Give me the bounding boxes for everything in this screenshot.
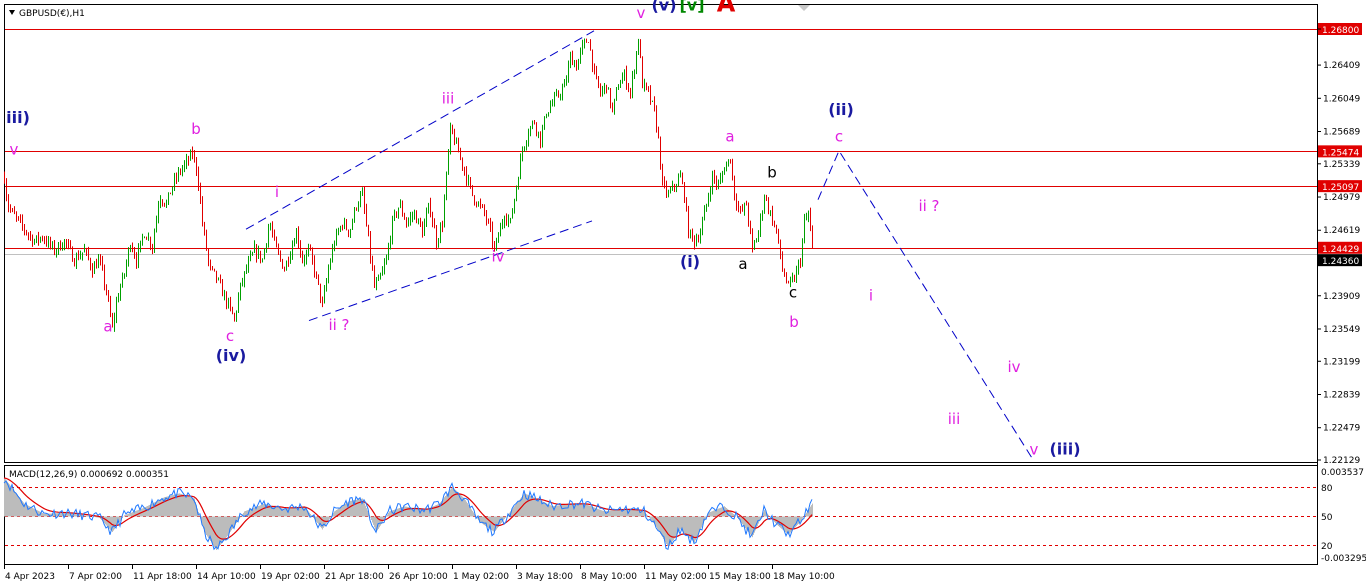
wave-label: (ii): [828, 100, 854, 119]
price-tick-label: 1.23199: [1323, 357, 1360, 367]
price-tick-label: 1.23909: [1323, 292, 1360, 302]
wave-label: i: [869, 286, 873, 304]
price-tick-label: 1.26049: [1323, 94, 1360, 104]
price-tag-label: 1.25474: [1322, 148, 1359, 158]
wave-label: iv: [1007, 358, 1020, 376]
wave-label: i: [275, 183, 279, 201]
wave-label: iii: [442, 90, 455, 108]
wave-label: c: [226, 327, 234, 345]
wave-label: a: [725, 128, 734, 146]
price-tick-label: 1.26409: [1323, 61, 1360, 71]
wave-label: c: [789, 284, 797, 302]
time-tick-label: 3 May 18:00: [517, 572, 573, 582]
time-tick-label: 26 Apr 10:00: [389, 572, 448, 582]
wave-label: v: [637, 4, 646, 22]
price-tag-label: 1.24429: [1322, 245, 1359, 255]
macd-axis-label: 80: [1321, 484, 1333, 494]
price-tick-label: 1.24619: [1323, 226, 1360, 236]
price-tick-label: 1.24979: [1323, 193, 1360, 203]
time-axis: 4 Apr 2023 7 Apr 02:00 11 Apr 18:00 14 Apr …: [4, 565, 835, 582]
price-tick-label: 1.25339: [1323, 160, 1360, 170]
price-tick-label: 1.22839: [1323, 390, 1360, 400]
main-chart-frame: [4, 4, 1318, 463]
wave-label: [v]: [679, 0, 704, 15]
wave-label: ii ?: [328, 316, 349, 334]
price-tag-label: 1.25097: [1322, 183, 1359, 193]
wave-label: b: [767, 164, 777, 182]
time-tick-label: 14 Apr 10:00: [197, 572, 256, 582]
wave-label: c: [835, 128, 843, 146]
price-tick-label: 1.22479: [1323, 424, 1360, 434]
wave-label: b: [789, 313, 799, 331]
macd-axis-label: -0.003295: [1321, 554, 1366, 564]
wave-label: (iv): [216, 346, 247, 365]
time-tick-label: 15 May 18:00: [709, 572, 771, 582]
wave-label: (i): [680, 252, 700, 271]
wave-label: b: [191, 120, 201, 138]
time-tick-label: 18 May 10:00: [773, 572, 835, 582]
wave-label: (v): [651, 0, 676, 15]
time-tick-label: 21 Apr 18:00: [325, 572, 384, 582]
time-tick-label: 1 May 02:00: [453, 572, 509, 582]
wave-label: ii ?: [918, 197, 939, 215]
wave-label: v: [10, 140, 19, 158]
wave-label: A: [717, 0, 736, 17]
macd-axis-label: 0.003537: [1321, 468, 1364, 478]
macd-title: MACD(12,26,9) 0.000692 0.000351: [9, 470, 169, 480]
wave-label: iii): [6, 108, 30, 127]
macd-pane-frame: [4, 465, 1318, 565]
wave-label: (iii): [1049, 439, 1080, 458]
time-tick-label: 11 May 02:00: [645, 572, 707, 582]
symbol-title: GBPUSD(€),H1: [19, 9, 85, 19]
wave-label: a: [738, 255, 747, 273]
wave-label: a: [103, 318, 112, 336]
macd-axis-label: 50: [1321, 513, 1333, 523]
price-tick-label: 1.23549: [1323, 325, 1360, 335]
time-tick-label: 7 Apr 02:00: [69, 572, 122, 582]
price-tick-label: 1.22129: [1323, 456, 1360, 466]
wave-label: iii: [948, 410, 961, 428]
time-tick-label: 11 Apr 18:00: [133, 572, 192, 582]
current-price-label: 1.24360: [1322, 257, 1359, 267]
price-chart[interactable]: iii)vabc(iv)iii ?iiiivv (v) [v] Aa(i) abcb(i…: [0, 0, 1366, 588]
macd-axis-label: 20: [1321, 542, 1333, 552]
time-tick-label: 8 May 10:00: [581, 572, 637, 582]
time-tick-label: 19 Apr 02:00: [261, 572, 320, 582]
wave-label: v: [1030, 440, 1039, 458]
price-tag-label: 1.26800: [1322, 26, 1359, 36]
wave-label: iv: [491, 248, 504, 266]
price-tick-label: 1.25689: [1323, 128, 1360, 138]
time-tick-label: 4 Apr 2023: [5, 572, 55, 582]
